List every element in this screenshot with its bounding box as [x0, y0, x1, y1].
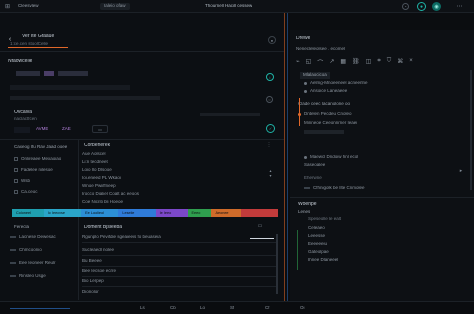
window-title: Thournell Hacill cessew	[205, 4, 253, 8]
panel-confirm-icon[interactable]: ✓	[266, 124, 275, 133]
list-item[interactable]: Rinsleo Usge	[10, 271, 76, 281]
panel-info-icon[interactable]: i	[266, 73, 274, 81]
tag-chip-1[interactable]: AVME	[36, 127, 48, 132]
account-icon[interactable]: ◉	[432, 2, 441, 11]
right-panel: Drewe Nenecleleolsee . ecomel ⌁ ◱ ⌒ ↗ ▦ …	[290, 30, 474, 301]
timeline-segment[interactable]: Coloneel	[12, 209, 44, 217]
list-item[interactable]: Bio Lerpep	[82, 277, 278, 287]
section5-header: Woenpe	[298, 202, 317, 207]
layers-icon[interactable]: ◱	[306, 58, 312, 68]
close-icon[interactable]: ×	[409, 58, 413, 68]
timeline-segment[interactable]: Leseiie	[118, 209, 156, 217]
search-sub: naclactfcen	[14, 117, 37, 121]
status-item[interactable]: Sf	[230, 306, 234, 311]
section5-sub: Lenes	[298, 210, 311, 214]
grid-icon[interactable]: ▦	[340, 58, 346, 68]
status-item[interactable]: Oi	[300, 306, 305, 311]
list-item[interactable]: Sucleaedl nolee	[82, 246, 278, 256]
left-list-header: Caxeog Ifu Rav Jaad ooee	[14, 145, 68, 149]
timeline-segment[interactable]: Ic Ieecvse	[43, 209, 82, 217]
right-scrollbar[interactable]	[470, 70, 472, 190]
list-item[interactable]: Saseoalee	[304, 160, 464, 170]
timeline-bar[interactable]: Coloneel Ic Ieecvse Ee Loolieol Leseiie …	[12, 209, 278, 217]
right-panel-header: Drewe	[296, 36, 311, 41]
window-icon[interactable]: ▭	[256, 223, 264, 229]
frame-icon[interactable]: ◫	[366, 58, 372, 68]
list-item[interactable]: Minneoe Ceeonnrner Ieaei	[304, 118, 464, 128]
timeline-segment[interactable]: Ie Ieeo	[155, 209, 188, 217]
section5-sub2: Speseolle le ealt	[308, 217, 342, 221]
status-item[interactable]: Cb	[170, 306, 176, 311]
tag-chip-2[interactable]: ZAE	[62, 127, 71, 132]
tag-icon[interactable]: ⌘	[397, 58, 403, 68]
brush-icon[interactable]: ⌁	[296, 58, 300, 68]
toolbar: ‹ Ver Ite Gfaaue 1:ce.cen stoolCelle ●	[0, 30, 284, 52]
lower-center-list: Domerit Bjsleeba ▭ Rgunplo Pevifdie sgea…	[80, 220, 280, 300]
window-tab[interactable]: Cleesvlew	[18, 4, 39, 9]
list-item[interactable]: Cfhnigolk be Ilte Cnmolee	[304, 183, 464, 193]
left-list: Caxeog Ifu Rav Jaad ooee Onlireaee Mexao…	[0, 140, 76, 206]
list-item[interactable]: Ansoice Laneaeee	[304, 86, 464, 96]
list-item[interactable]: Ihnee Dlaneeel	[308, 255, 458, 265]
list-item[interactable]: Rgunplo Pevifdie sgeaieeis fo beuaseia	[82, 233, 278, 243]
status-item[interactable]: Cf	[265, 306, 270, 311]
status-bar: Ls Cb Lo Sf Cf Oi	[0, 301, 474, 314]
section4-header: Eherwne	[304, 176, 322, 180]
tab-chip[interactable]: Ialeio ofaw	[100, 3, 130, 10]
center-list-header: Corbenerek	[84, 143, 111, 148]
toolbar-action-icon[interactable]: ●	[268, 36, 276, 44]
filter-button[interactable]: ▭	[92, 125, 108, 133]
list-item[interactable]: Lacnese Dewesac	[10, 232, 76, 242]
center-list: Corbenerek ⋮ Aue Aolscel Li:n tecdneet L…	[80, 140, 280, 206]
crop-icon[interactable]: ⌗	[377, 58, 380, 68]
list-item[interactable]: Fadelee nilesoe	[14, 165, 76, 175]
scroll-indicator-icon[interactable]: ▴ ▾	[268, 158, 273, 188]
toolbar-title: Ver Ite Gfaaue	[22, 34, 55, 39]
list-item[interactable]: Bu Beeee	[82, 257, 278, 267]
timeline-segment[interactable]: Eeeo	[187, 209, 212, 217]
list-item[interactable]: Chmcoonio	[10, 245, 76, 255]
search-label: Ovcalva	[14, 110, 33, 115]
timeline-segment[interactable]: Ee Loolieol	[81, 209, 119, 217]
list-item[interactable]: Coe Nicriti bli Hoeoe	[82, 197, 272, 207]
list-item[interactable]: Onlireaee Mexaoiao	[14, 154, 76, 164]
status-item[interactable]: Lo	[200, 306, 205, 311]
list-item[interactable]: Ca.ceoc	[14, 187, 76, 197]
arrow-icon[interactable]: ↗	[329, 58, 334, 68]
left-panel-header: Nfaowcelle	[8, 59, 33, 64]
notification-icon[interactable]: ◔	[402, 3, 409, 10]
title-bar: ⊞ Cleesvlew Ialeio ofaw Thournell Hacill…	[0, 0, 474, 13]
app-menu-icon[interactable]: ⊞	[4, 3, 11, 10]
lower-left-list: Ferecla Lacnese Dewesac Chmcoonio Eee Ie…	[0, 220, 78, 300]
list-item[interactable]: Eee Ieoneer Reulr	[10, 258, 76, 268]
timeline-segment[interactable]	[240, 209, 278, 217]
status-item[interactable]: Ls	[140, 306, 145, 311]
list-item[interactable]: Dionolor	[82, 287, 278, 297]
progress-accent	[250, 238, 274, 239]
panel-toggle-icon[interactable]: ○	[266, 96, 273, 103]
status-toggle-icon[interactable]: ●	[417, 2, 426, 11]
lower-left-header: Ferecla	[14, 225, 30, 229]
shield-icon[interactable]: ⛉	[387, 58, 392, 68]
lower-center-header: Domerit Bjsleeba	[84, 225, 123, 230]
timeline-segment[interactable]: Aeonee	[211, 209, 241, 217]
curve-icon[interactable]: ⌒	[317, 58, 323, 68]
center-more-icon[interactable]: ⋮	[266, 142, 272, 148]
left-panel: Nfaowcelle i ○ Ovcalva naclactfcen AVME …	[0, 53, 284, 139]
more-icon[interactable]: ⋯	[455, 3, 464, 10]
list-item[interactable]: Bee Iecsoe ecrre	[82, 267, 278, 277]
right-panel-subheader: Nenecleleolsee . ecomel	[296, 47, 346, 51]
tool-icon-row: ⌁ ◱ ⌒ ↗ ▦ ⛓ ◫ ⌗ ⛉ ⌘ ×	[296, 58, 466, 68]
expand-icon[interactable]: ▸	[458, 168, 464, 174]
scrollbar[interactable]	[276, 234, 278, 294]
section2-header: Clade ceec Iacanolone oo	[298, 102, 351, 106]
link-icon[interactable]: ⛓	[352, 58, 360, 68]
filter-chip-row	[16, 71, 116, 77]
list-item[interactable]: Wsb	[14, 176, 76, 186]
